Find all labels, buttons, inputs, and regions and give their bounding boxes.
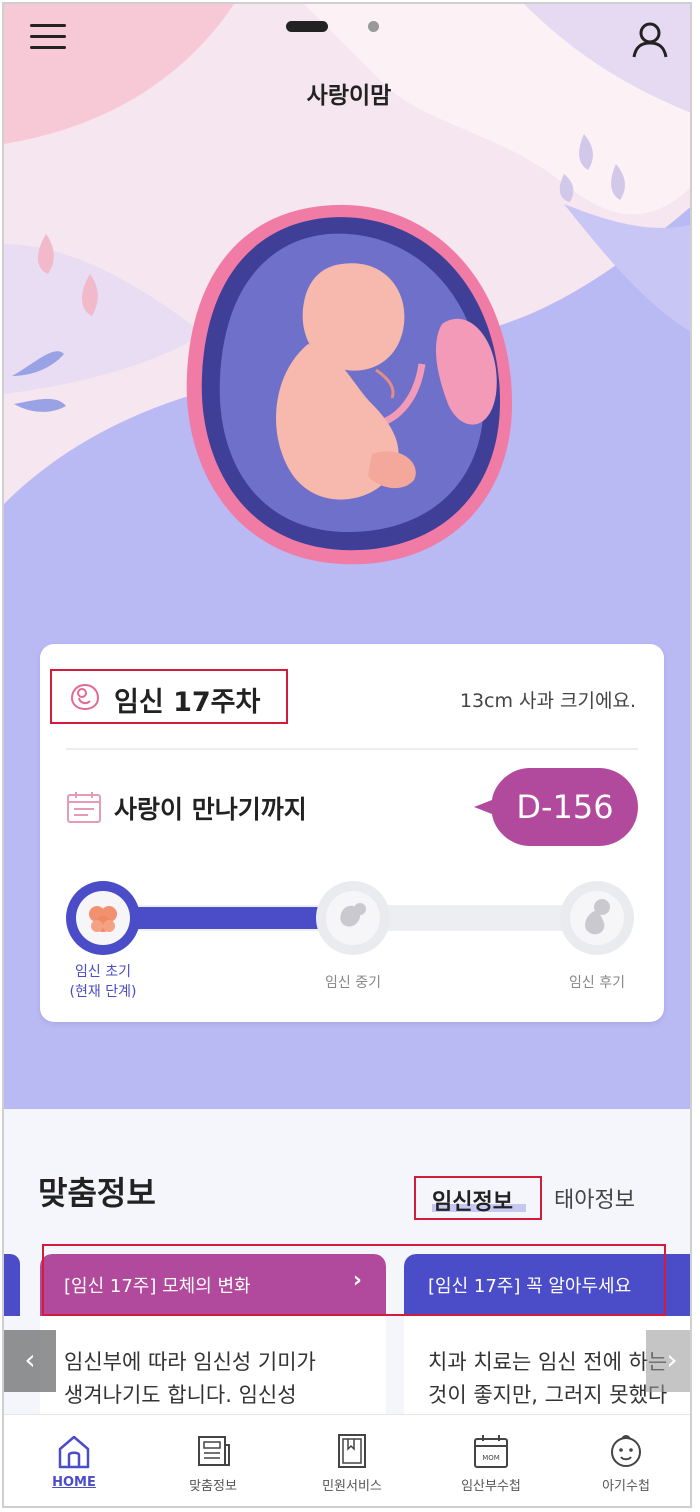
nav-baby-notebook[interactable]: 아기수첩 — [566, 1415, 686, 1506]
hamburger-menu-icon[interactable] — [30, 24, 66, 54]
baby-face-icon — [611, 1435, 641, 1467]
tab-highlight-box: 임신정보 — [414, 1176, 542, 1220]
info-card-body: 치과 치료는 임신 전에 하는 것이 좋지만, 그러지 못했다 — [428, 1346, 667, 1412]
pregnancy-status-card: 임신 17주차 13cm 사과 크기에요. 사랑이 만나기까지 D-156 임신… — [40, 644, 664, 1022]
calendar-icon — [67, 792, 101, 823]
fetus-size-text: 13cm 사과 크기에요. — [459, 690, 636, 712]
stage-early-name: 임신 초기 — [75, 964, 131, 980]
info-card-text: 것이 좋지만, 그러지 못했다 — [428, 1383, 668, 1407]
top-bar: 사랑이맘 — [4, 4, 690, 124]
stage-late-marker[interactable] — [560, 881, 634, 955]
user-profile-icon[interactable] — [630, 20, 670, 60]
carousel-prev-button[interactable]: ‹ — [4, 1330, 56, 1392]
page-indicator — [286, 20, 386, 34]
home-icon — [58, 1435, 90, 1469]
stage-mid-label: 임신 중기 — [325, 975, 381, 991]
bottom-navigation: HOME 맞춤정보 민원서비스 MOM 임산부수첩 아기수첩 — [4, 1414, 690, 1506]
app-screen: 사랑이맘 임신 17주차 13cm 사과 크기에요. 사랑이 만나기까지 D-1… — [2, 2, 692, 1508]
page-indicator-active — [286, 21, 328, 32]
app-title: 사랑이맘 — [306, 83, 392, 109]
stage-early-label: 임신 초기 (현재 단계) — [54, 962, 152, 1002]
card-divider — [66, 748, 638, 750]
nav-baby-notebook-label: 아기수첩 — [602, 1479, 650, 1494]
dday-badge: D-156 — [474, 768, 638, 846]
nav-home[interactable]: HOME — [14, 1415, 134, 1506]
week-highlight-box: 임신 17주차 — [50, 669, 288, 724]
nav-custom-info[interactable]: 맞춤정보 — [153, 1415, 273, 1506]
svg-text:MOM: MOM — [482, 1454, 500, 1462]
progress-fill — [110, 907, 350, 929]
stage-late-label: 임신 후기 — [569, 975, 625, 991]
fetus-mid-icon — [340, 903, 366, 927]
nav-home-label: HOME — [52, 1475, 96, 1490]
newspaper-icon — [198, 1436, 230, 1466]
fetus-late-icon — [585, 899, 610, 935]
stage-mid-marker[interactable] — [316, 881, 390, 955]
fetus-icon — [70, 683, 100, 711]
previous-card-peek[interactable] — [4, 1254, 20, 1316]
page-indicator-dot — [368, 21, 379, 32]
nav-maternity-notebook-label: 임산부수첩 — [461, 1479, 521, 1494]
pregnancy-week: 임신 17주차 — [114, 687, 261, 718]
nav-maternity-notebook[interactable]: MOM 임산부수첩 — [431, 1415, 551, 1506]
calendar-mom-icon: MOM — [474, 1435, 508, 1468]
meet-countdown-label: 사랑이 만나기까지 — [114, 795, 307, 824]
custom-info-title: 맞춤정보 — [38, 1174, 156, 1212]
info-card-body: 임신부에 따라 임신성 기미가 생겨나기도 합니다. 임신성 — [64, 1346, 316, 1412]
tab-pregnancy-info[interactable]: 임신정보 — [432, 1184, 513, 1216]
stage-early-marker[interactable] — [66, 881, 140, 955]
nav-custom-info-label: 맞춤정보 — [189, 1479, 237, 1494]
stage-current-note: (현재 단계) — [69, 984, 137, 1000]
book-icon — [338, 1434, 366, 1468]
hero-section: 사랑이맘 임신 17주차 13cm 사과 크기에요. 사랑이 만나기까지 D-1… — [4, 4, 690, 1109]
tab-fetus-info[interactable]: 태아정보 — [554, 1182, 635, 1214]
info-card-text: 생겨나기도 합니다. 임신성 — [64, 1383, 297, 1407]
nav-civil-service[interactable]: 민원서비스 — [292, 1415, 412, 1506]
dday-value: D-156 — [516, 788, 614, 826]
cards-highlight-box — [42, 1244, 666, 1316]
nav-civil-service-label: 민원서비스 — [322, 1479, 382, 1494]
embryo-icon — [89, 906, 117, 932]
info-card-text: 치과 치료는 임신 전에 하는 — [428, 1350, 668, 1374]
info-card-text: 임신부에 따라 임신성 기미가 — [64, 1350, 316, 1374]
carousel-next-button[interactable]: › — [646, 1330, 690, 1392]
